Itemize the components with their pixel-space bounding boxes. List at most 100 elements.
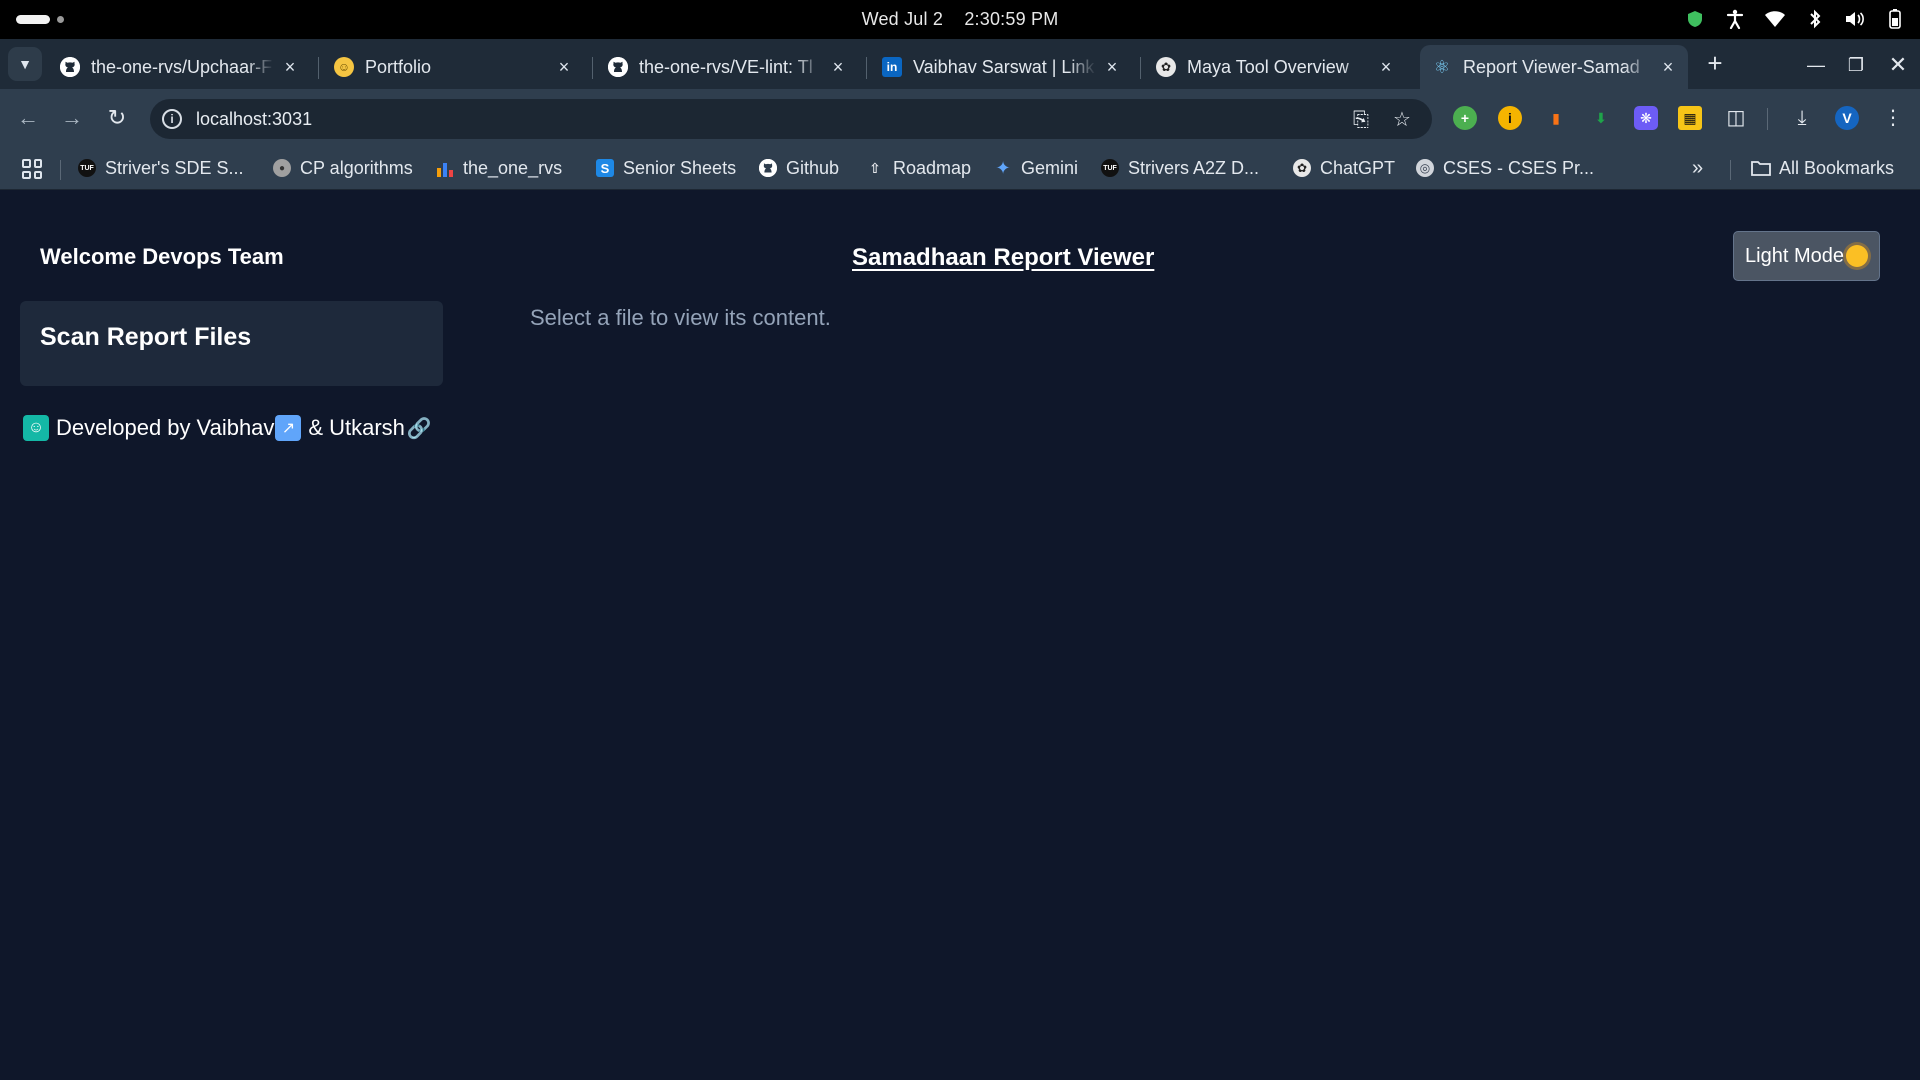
bookmark-label: Senior Sheets	[623, 157, 737, 178]
address-bar[interactable]: i localhost:3031 ⎘ ☆	[150, 99, 1432, 139]
bookmarks-overflow-button[interactable]: »	[1692, 155, 1703, 181]
extension-download-icon[interactable]: ⬇	[1589, 106, 1613, 130]
theme-toggle-label: Light Mode	[1745, 244, 1844, 267]
minimize-icon[interactable]: —	[1802, 51, 1830, 79]
tab-separator	[592, 57, 593, 79]
tab-title: the-one-rvs/Upchaar-F	[91, 56, 273, 77]
extensions-puzzle-icon[interactable]: ◫	[1723, 105, 1749, 131]
profile-avatar[interactable]: V	[1835, 106, 1859, 130]
bookmark-item[interactable]: ✦ Gemini	[994, 155, 1078, 181]
bookmark-star-icon[interactable]: ☆	[1389, 107, 1415, 133]
new-tab-button[interactable]: +	[1700, 49, 1730, 79]
tuf-icon: TUF	[78, 159, 96, 177]
tab-strip: ▼ the-one-rvs/Upchaar-F × ☺ Portfolio × …	[0, 39, 1920, 89]
chatgpt-icon: ✿	[1156, 57, 1176, 77]
page-title: Samadhaan Report Viewer	[852, 244, 1155, 271]
bar-chart-icon	[436, 159, 454, 177]
bookmark-item[interactable]: ● CP algorithms	[273, 155, 413, 181]
developer-credit: ☺ Developed by Vaibhav ↗ & Utkarsh 🔗	[22, 415, 433, 441]
external-link-arrow-icon[interactable]: ↗	[275, 415, 302, 441]
volume-icon[interactable]	[1844, 8, 1866, 30]
tab-separator	[1140, 57, 1141, 79]
menu-kebab-icon[interactable]: ⋮	[1880, 105, 1906, 131]
bookmark-label: Gemini	[1021, 157, 1079, 178]
extension-pattern-icon[interactable]: ▦	[1678, 106, 1702, 130]
toolbar-separator	[1767, 108, 1768, 130]
restore-icon[interactable]: ❐	[1842, 51, 1870, 79]
url-text[interactable]: localhost:3031	[196, 109, 312, 130]
tab-title: Vaibhav Sarswat | Link	[913, 56, 1095, 77]
system-tray[interactable]	[1684, 8, 1906, 30]
all-bookmarks-label: All Bookmarks	[1779, 157, 1895, 178]
react-icon: ⚛	[1433, 56, 1451, 77]
back-arrow-icon[interactable]: ←	[14, 104, 42, 132]
rocket-icon: ⇧	[869, 159, 881, 176]
bookmark-item[interactable]: the_one_rvs	[436, 155, 562, 181]
close-icon[interactable]: ×	[280, 57, 300, 78]
tab-separator	[318, 57, 319, 79]
tab-report-viewer[interactable]: ⚛ Report Viewer-Samad ×	[1420, 45, 1688, 89]
bookmark-label: ChatGPT	[1320, 157, 1396, 178]
tab-linkedin[interactable]: in Vaibhav Sarswat | Link ×	[870, 45, 1132, 89]
sidebar-heading: Scan Report Files	[40, 323, 252, 351]
shield-icon[interactable]	[1684, 8, 1706, 30]
bookmark-item[interactable]: S Senior Sheets	[596, 155, 736, 181]
chatgpt-icon: ✿	[1293, 159, 1311, 177]
wifi-icon[interactable]	[1764, 8, 1786, 30]
bookmark-label: the_one_rvs	[463, 157, 563, 178]
close-icon[interactable]: ×	[1102, 57, 1122, 78]
chevron-down-icon: ▼	[18, 56, 32, 72]
bookmark-item[interactable]: TUF Strivers A2Z D...	[1101, 155, 1259, 181]
accessibility-icon[interactable]	[1724, 8, 1746, 30]
tab-ve-lint[interactable]: the-one-rvs/VE-lint: Tl ×	[596, 45, 858, 89]
bookmark-item[interactable]: ◎ CSES - CSES Pr...	[1416, 155, 1594, 181]
gemini-icon: ✦	[995, 157, 1011, 178]
apps-grid-icon[interactable]	[22, 159, 42, 179]
site-info-icon[interactable]: i	[162, 109, 182, 129]
battery-icon[interactable]	[1884, 8, 1906, 30]
bookmark-item[interactable]: ⇧ Roadmap	[866, 155, 971, 181]
bookmark-label: Roadmap	[893, 157, 972, 178]
developer-link-utkarsh[interactable]: Utkarsh	[329, 415, 405, 441]
theme-toggle-button[interactable]: Light Mode	[1733, 231, 1880, 281]
install-app-icon[interactable]: ⎘	[1348, 107, 1374, 133]
bookmark-label: Striver's SDE S...	[105, 157, 244, 178]
cp-algorithms-icon: ●	[273, 159, 291, 177]
bookmark-label: Github	[786, 157, 840, 178]
portfolio-icon: ☺	[334, 57, 354, 77]
extension-info-icon[interactable]: i	[1498, 106, 1522, 130]
close-icon[interactable]: ×	[1376, 57, 1396, 78]
close-icon[interactable]: ×	[828, 57, 848, 78]
bookmark-item[interactable]: ✿ ChatGPT	[1293, 155, 1395, 181]
github-icon	[759, 159, 777, 177]
tab-title: Report Viewer-Samad	[1463, 56, 1640, 77]
extension-gear-icon[interactable]: ❋	[1634, 106, 1658, 130]
bluetooth-icon[interactable]	[1804, 8, 1826, 30]
tab-title: the-one-rvs/VE-lint: Tl	[639, 56, 813, 77]
developer-link-vaibhav[interactable]: Vaibhav	[197, 415, 275, 441]
tab-upchaar[interactable]: the-one-rvs/Upchaar-F ×	[48, 45, 310, 89]
reload-icon[interactable]: ↻	[103, 104, 131, 132]
bookmark-item[interactable]: TUF Striver's SDE S...	[78, 155, 243, 181]
extension-bookmark-icon[interactable]: ▮	[1544, 106, 1568, 130]
tab-separator	[866, 57, 867, 79]
window-close-icon[interactable]: ✕	[1884, 51, 1912, 79]
bookmark-label: CP algorithms	[300, 157, 413, 178]
github-icon	[60, 57, 80, 77]
linkedin-icon: in	[882, 57, 902, 77]
link-chain-icon[interactable]: 🔗	[406, 415, 432, 441]
all-bookmarks-button[interactable]: All Bookmarks	[1751, 155, 1894, 181]
close-icon[interactable]: ×	[554, 57, 574, 78]
os-clock[interactable]: Wed Jul 2 2:30:59 PM	[0, 9, 1920, 30]
tab-portfolio[interactable]: ☺ Portfolio ×	[322, 45, 584, 89]
tab-maya-tool[interactable]: ✿ Maya Tool Overview ×	[1144, 45, 1406, 89]
os-top-bar: Wed Jul 2 2:30:59 PM	[0, 0, 1920, 39]
tab-search-button[interactable]: ▼	[8, 47, 42, 81]
bookmark-separator	[1730, 160, 1731, 180]
forward-arrow-icon[interactable]: →	[58, 104, 86, 132]
credit-prefix: Developed by	[56, 415, 191, 440]
downloads-icon[interactable]: ⤓	[1789, 105, 1815, 131]
close-icon[interactable]: ×	[1658, 57, 1678, 78]
extension-plus-icon[interactable]: +	[1453, 106, 1477, 130]
bookmark-item[interactable]: Github	[759, 155, 839, 181]
